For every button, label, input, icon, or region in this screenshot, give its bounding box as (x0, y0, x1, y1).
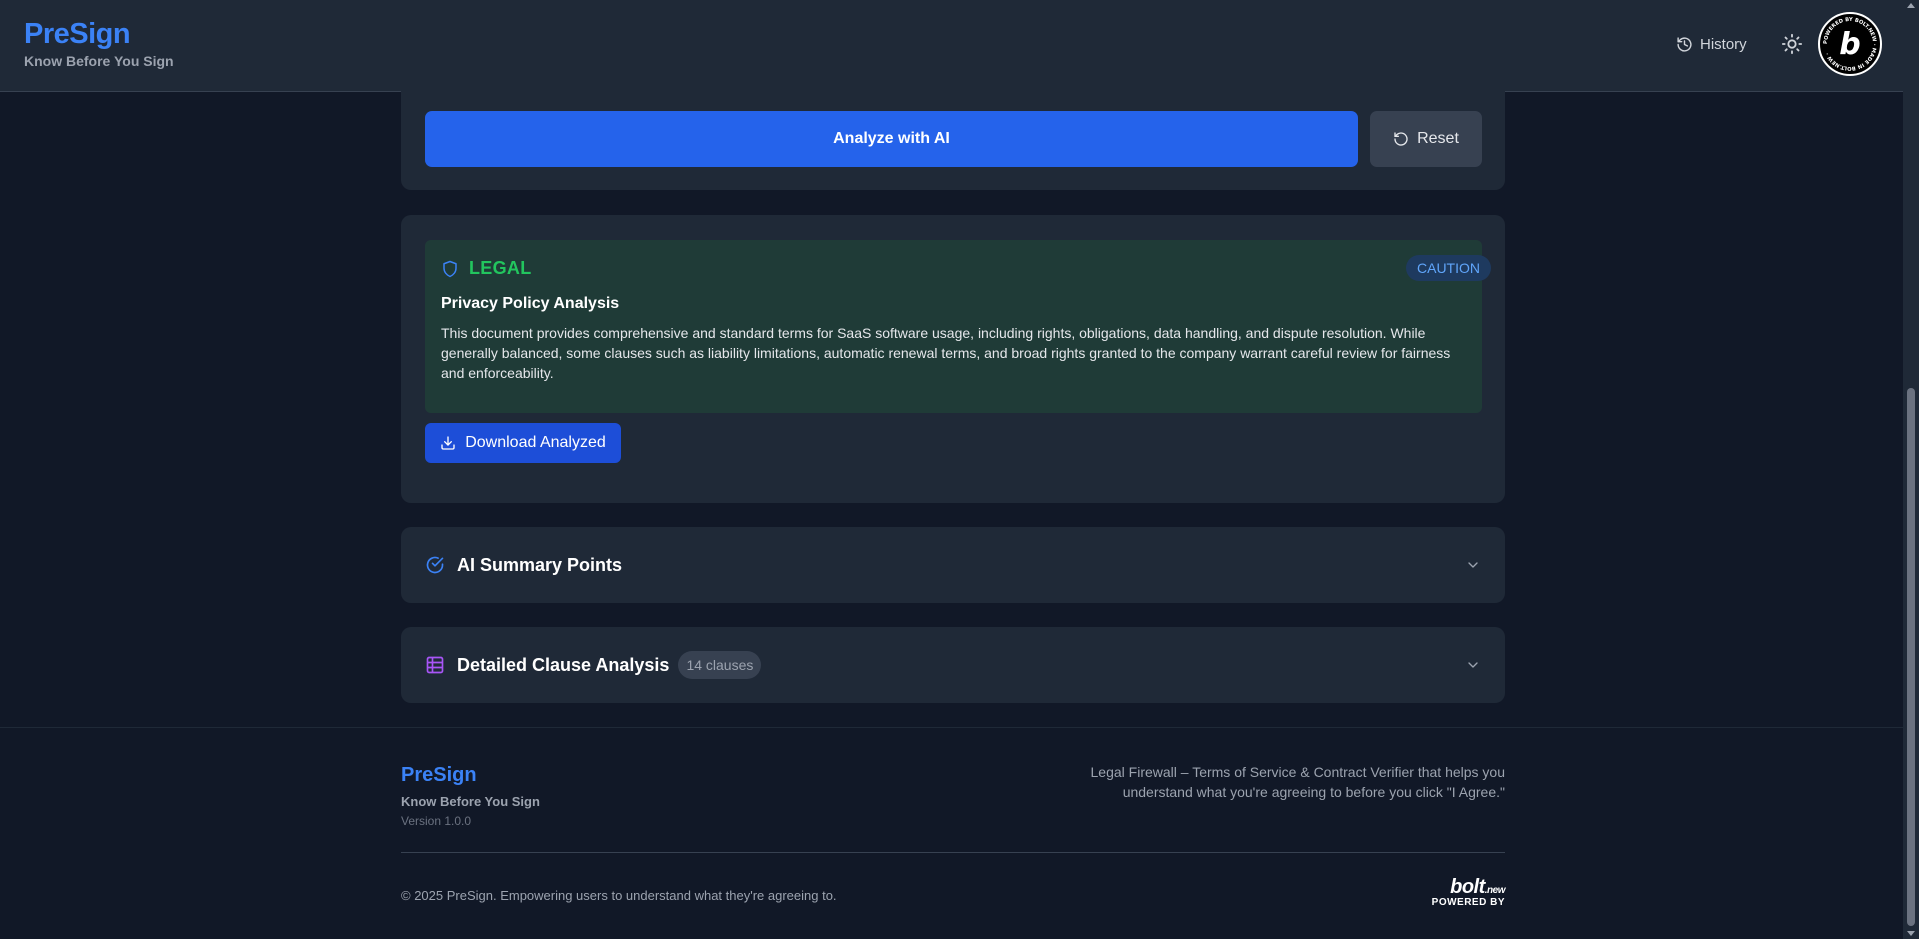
app-header: PreSign Know Before You Sign History POW… (0, 0, 1903, 92)
scroll-down-arrow[interactable] (1907, 931, 1915, 936)
footer-brand-title: PreSign (401, 764, 477, 786)
history-label: History (1700, 35, 1747, 53)
check-circle-icon (426, 556, 444, 574)
rotate-ccw-icon (1394, 132, 1408, 146)
category-label: LEGAL (469, 258, 532, 278)
ai-summary-title: AI Summary Points (457, 554, 623, 575)
ai-summary-accordion[interactable]: AI Summary Points (401, 527, 1505, 603)
page-scrollbar[interactable] (1903, 0, 1919, 939)
download-label: Download Analyzed (465, 434, 606, 451)
brand-title: PreSign (24, 18, 131, 50)
footer-description: Legal Firewall – Terms of Service & Cont… (1090, 764, 1505, 800)
clause-analysis-accordion[interactable]: Detailed Clause Analysis 14 clauses (401, 627, 1505, 703)
category-row: LEGAL (441, 258, 532, 279)
bolt-footer-logo[interactable]: bolt.new POWERED BY (1431, 876, 1506, 908)
scroll-up-arrow[interactable] (1907, 3, 1915, 8)
chevron-down-icon[interactable] (1465, 657, 1481, 673)
risk-badge: CAUTION (1406, 255, 1491, 281)
clause-analysis-title: Detailed Clause Analysis (457, 654, 670, 675)
brand[interactable]: PreSign Know Before You Sign (24, 18, 174, 69)
clause-analysis-header: Detailed Clause Analysis 14 clauses (425, 627, 762, 703)
scrollbar-thumb[interactable] (1907, 388, 1915, 926)
svg-text:POWERED BY BOLT.NEW · MADE IN: POWERED BY BOLT.NEW · MADE IN BOLT.NEW · (1823, 17, 1877, 71)
badge-ring-text: POWERED BY BOLT.NEW · MADE IN BOLT.NEW · (1823, 17, 1877, 71)
chevron-down-icon[interactable] (1465, 557, 1481, 573)
shield-icon (443, 260, 457, 277)
bolt-badge[interactable]: POWERED BY BOLT.NEW · MADE IN BOLT.NEW ·… (1818, 12, 1882, 76)
bolt-logo: bolt.new (1432, 876, 1505, 899)
footer-divider (401, 852, 1505, 853)
sun-icon[interactable] (1781, 33, 1803, 55)
download-analyzed-button[interactable]: Download Analyzed (425, 423, 621, 463)
clause-count-badge: 14 clauses (678, 651, 762, 679)
result-title: Privacy Policy Analysis (441, 295, 620, 312)
footer-tagline: Know Before You Sign (401, 794, 540, 809)
app-footer: PreSign Know Before You Sign Version 1.0… (0, 727, 1903, 939)
download-icon (441, 436, 455, 450)
footer-copyright: © 2025 PreSign. Empowering users to unde… (401, 888, 837, 903)
ai-summary-header: AI Summary Points (425, 527, 622, 603)
action-card: Analyze with AI Reset (401, 84, 1505, 190)
table-icon (426, 656, 444, 674)
reset-label: Reset (1417, 130, 1459, 147)
analyze-button[interactable]: Analyze with AI (425, 111, 1358, 167)
brand-tagline: Know Before You Sign (24, 53, 174, 69)
analysis-result-card: LEGAL CAUTION Privacy Policy Analysis Th… (401, 215, 1505, 503)
result-description: This document provides comprehensive and… (441, 325, 1451, 381)
bolt-logo-suffix: .new (1484, 885, 1506, 896)
reset-button[interactable]: Reset (1370, 111, 1482, 167)
history-button[interactable]: History (1676, 32, 1747, 56)
analysis-summary-panel: LEGAL CAUTION Privacy Policy Analysis Th… (425, 240, 1491, 413)
bolt-logo-text: bolt (1450, 876, 1485, 898)
history-icon (1677, 36, 1692, 52)
badge-ring-textpath: POWERED BY BOLT.NEW · MADE IN BOLT.NEW · (1823, 17, 1877, 71)
footer-version: Version 1.0.0 (401, 814, 472, 828)
bolt-powered-by: POWERED BY (1431, 897, 1505, 908)
